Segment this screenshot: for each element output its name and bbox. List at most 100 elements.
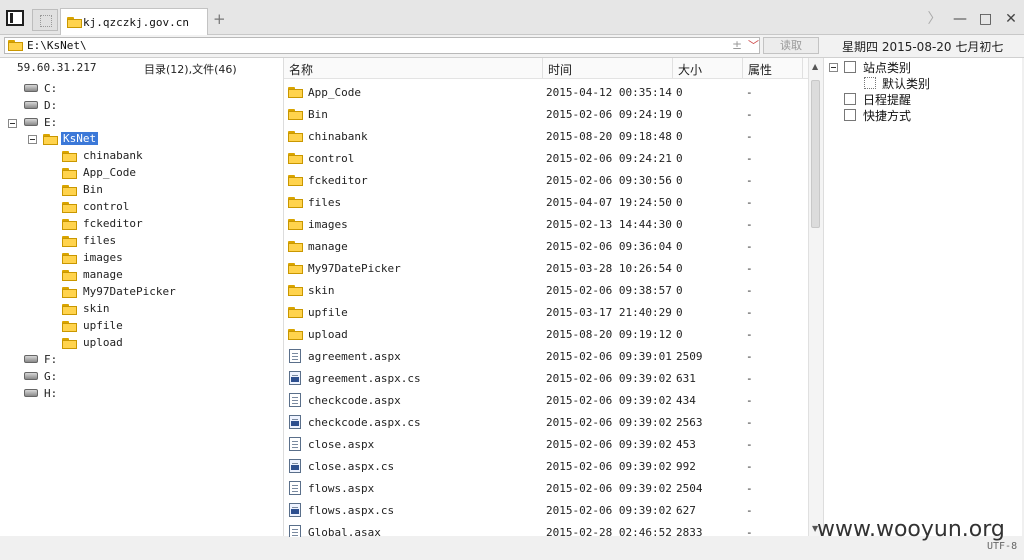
file-attr: - xyxy=(746,482,753,495)
column-header-time[interactable]: 时间 xyxy=(548,61,572,78)
column-header-name[interactable]: 名称 xyxy=(289,61,313,78)
drive-icon xyxy=(24,372,38,380)
file-attr: - xyxy=(746,460,753,473)
column-header-attr[interactable]: 属性 xyxy=(748,61,772,78)
file-size: 453 xyxy=(676,438,696,451)
table-row[interactable]: Bin 2015-02-06 09:24:19 0 - xyxy=(284,103,808,125)
file-list-scrollbar[interactable]: ▲ ▼ xyxy=(808,58,823,536)
folder-icon xyxy=(62,219,77,230)
file-attr: - xyxy=(746,130,753,143)
file-size: 0 xyxy=(676,152,683,165)
folder-icon xyxy=(288,197,303,208)
file-time: 2015-02-06 09:39:02 xyxy=(546,372,672,385)
column-header-size[interactable]: 大小 xyxy=(678,61,702,78)
file-size: 0 xyxy=(676,130,683,143)
table-row[interactable]: close.aspx.cs 2015-02-06 09:39:02 992 - xyxy=(284,455,808,477)
code-file-icon xyxy=(289,459,301,473)
table-row[interactable]: agreement.aspx.cs 2015-02-06 09:39:02 631 - xyxy=(284,367,808,389)
path-input[interactable]: E:\KsNet\ ± ﹀ xyxy=(4,37,760,54)
drive-icon xyxy=(24,389,38,397)
scrollbar-thumb[interactable] xyxy=(811,80,820,228)
window-controls: 〉 — □ ✕ xyxy=(922,8,1021,28)
folder-icon xyxy=(67,17,82,28)
file-name: fckeditor xyxy=(308,174,368,187)
file-attr: - xyxy=(746,328,753,341)
table-row[interactable]: skin 2015-02-06 09:38:57 0 - xyxy=(284,279,808,301)
table-row[interactable]: images 2015-02-13 14:44:30 0 - xyxy=(284,213,808,235)
file-attr: - xyxy=(746,262,753,275)
schedule-reminder[interactable]: 日程提醒 xyxy=(863,91,911,108)
file-icon xyxy=(289,393,301,407)
file-attr: - xyxy=(746,438,753,451)
table-row[interactable]: control 2015-02-06 09:24:21 0 - xyxy=(284,147,808,169)
table-row[interactable]: fckeditor 2015-02-06 09:30:56 0 - xyxy=(284,169,808,191)
scroll-up-icon[interactable]: ▲ xyxy=(812,62,818,71)
site-category[interactable]: 站点类别 xyxy=(863,59,911,76)
table-row[interactable]: flows.aspx 2015-02-06 09:39:02 2504 - xyxy=(284,477,808,499)
table-row[interactable]: flows.aspx.cs 2015-02-06 09:39:02 627 - xyxy=(284,499,808,521)
drive-icon xyxy=(24,355,38,363)
table-row[interactable]: manage 2015-02-06 09:36:04 0 - xyxy=(284,235,808,257)
drive-icon xyxy=(24,118,38,126)
maximize-icon[interactable]: □ xyxy=(977,11,995,27)
file-time: 2015-02-06 09:39:02 xyxy=(546,438,672,451)
file-attr: - xyxy=(746,350,753,363)
file-attr: - xyxy=(746,394,753,407)
table-row[interactable]: agreement.aspx 2015-02-06 09:39:01 2509 - xyxy=(284,345,808,367)
file-name: checkcode.aspx.cs xyxy=(308,416,421,429)
file-time: 2015-03-28 10:26:54 xyxy=(546,262,672,275)
default-category[interactable]: 默认类别 xyxy=(882,75,930,92)
file-icon xyxy=(289,481,301,495)
file-attr: - xyxy=(746,416,753,429)
table-row[interactable]: close.aspx 2015-02-06 09:39:02 453 - xyxy=(284,433,808,455)
left-header: 59.60.31.217 目录(12),文件(46) xyxy=(0,58,283,78)
file-time: 2015-02-06 09:39:01 xyxy=(546,350,672,363)
shortcut-icon xyxy=(844,109,856,121)
file-name: chinabank xyxy=(308,130,368,143)
selected-folder-label: KsNet xyxy=(61,132,99,145)
table-row[interactable]: upfile 2015-03-17 21:40:29 0 - xyxy=(284,301,808,323)
file-size: 0 xyxy=(676,284,683,297)
file-name: flows.aspx.cs xyxy=(308,504,395,517)
file-time: 2015-02-06 09:39:02 xyxy=(546,504,672,517)
read-button[interactable]: 读取 xyxy=(763,37,819,54)
path-dropdown-icon[interactable]: ﹀ xyxy=(748,37,759,53)
sidebar-toggle-icon[interactable] xyxy=(6,10,24,26)
drive-icon xyxy=(24,84,38,92)
chevron-right-icon[interactable]: 〉 xyxy=(926,8,944,28)
table-row[interactable]: My97DatePicker 2015-03-28 10:26:54 0 - xyxy=(284,257,808,279)
file-attr: - xyxy=(746,284,753,297)
path-plus-icon[interactable]: ± xyxy=(732,38,742,52)
file-time: 2015-02-06 09:38:57 xyxy=(546,284,672,297)
file-size: 0 xyxy=(676,240,683,253)
folder-icon xyxy=(43,134,58,145)
table-row[interactable]: chinabank 2015-08-20 09:18:48 0 - xyxy=(284,125,808,147)
file-name: upfile xyxy=(308,306,348,319)
file-name: flows.aspx xyxy=(308,482,375,495)
file-icon xyxy=(289,349,301,363)
file-name: skin xyxy=(308,284,335,297)
collapse-icon[interactable] xyxy=(829,63,838,72)
blank-tab[interactable] xyxy=(32,9,58,31)
folder-icon xyxy=(288,219,303,230)
file-size: 0 xyxy=(676,174,683,187)
file-attr: - xyxy=(746,306,753,319)
table-row[interactable]: App_Code 2015-04-12 00:35:14 0 - xyxy=(284,81,808,103)
tab-title: kj.qzczkj.gov.cn xyxy=(83,16,189,29)
table-row[interactable]: files 2015-04-07 19:24:50 0 - xyxy=(284,191,808,213)
minimize-icon[interactable]: — xyxy=(951,11,969,27)
folder-icon xyxy=(62,236,77,247)
active-tab[interactable]: kj.qzczkj.gov.cn xyxy=(60,8,208,35)
close-icon[interactable]: ✕ xyxy=(1002,11,1020,27)
collapse-icon[interactable] xyxy=(28,135,37,144)
collapse-icon[interactable] xyxy=(8,119,17,128)
new-tab-plus-icon[interactable]: + xyxy=(213,10,226,28)
table-row[interactable]: upload 2015-08-20 09:19:12 0 - xyxy=(284,323,808,345)
folder-icon xyxy=(288,175,303,186)
file-time: 2015-02-06 09:39:02 xyxy=(546,416,672,429)
table-row[interactable]: checkcode.aspx 2015-02-06 09:39:02 434 - xyxy=(284,389,808,411)
file-size: 2563 xyxy=(676,416,703,429)
table-row[interactable]: checkcode.aspx.cs 2015-02-06 09:39:02 2563… xyxy=(284,411,808,433)
folder-icon xyxy=(288,109,303,120)
shortcuts[interactable]: 快捷方式 xyxy=(863,107,911,124)
